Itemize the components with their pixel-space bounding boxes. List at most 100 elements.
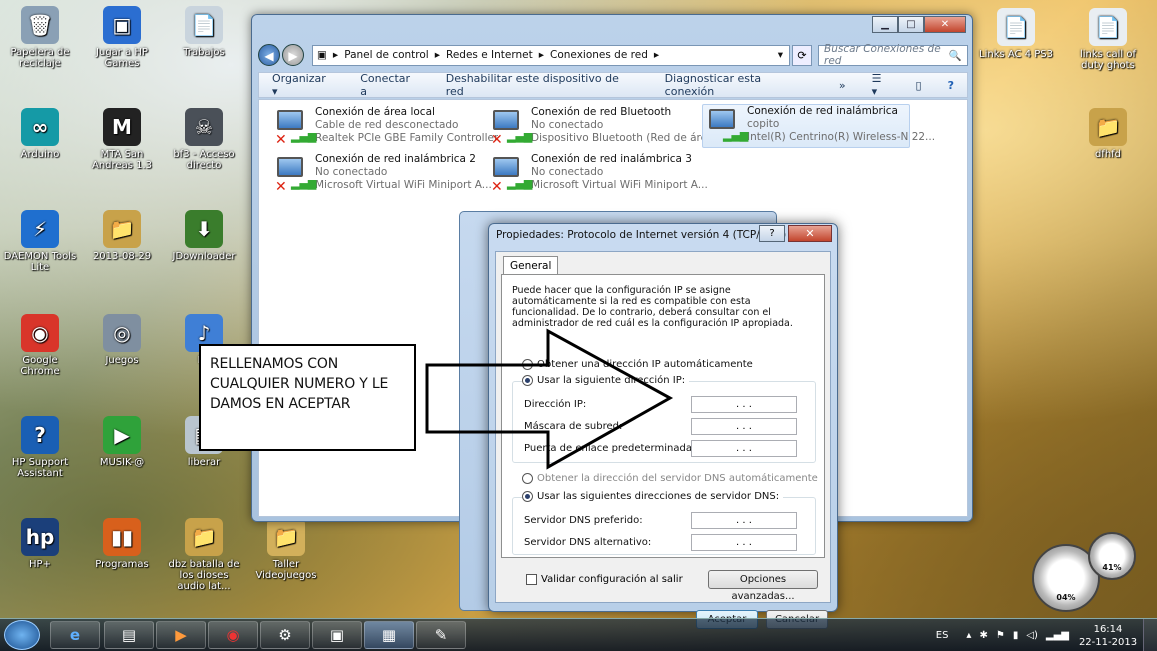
desktop-icon[interactable]: ▶ MUSIK-@ <box>84 416 160 468</box>
connect-to-button[interactable]: Conectar a <box>347 72 432 98</box>
desktop-icon-image: 📄 <box>997 8 1035 46</box>
chrome-taskbar-icon[interactable]: ◉ <box>208 621 258 649</box>
wifi-signal-icon[interactable]: ▂▄▆ <box>1046 630 1069 641</box>
taskbar: e ▤ ▶ ◉ ⚙ ▣ ▦ ✎ ES ▴ ✱ ⚑ ▮ ◁) ▂▄▆ 16:14 … <box>0 618 1157 651</box>
desktop-icon-label: Papelera de reciclaje <box>10 47 70 69</box>
show-desktop-button[interactable] <box>1143 619 1157 651</box>
address-dropdown-icon[interactable]: ▾ <box>778 49 783 61</box>
minimize-button[interactable]: ▁ <box>872 16 898 33</box>
steam-taskbar-icon[interactable]: ⚙ <box>260 621 310 649</box>
desktop-icon[interactable]: 📁 Taller Videojuegos <box>248 518 324 581</box>
view-options-icon[interactable]: ☰ ▾ <box>859 72 903 98</box>
radio-auto-ip[interactable]: Obtener una dirección IP automáticamente <box>522 359 753 370</box>
desktop-icon[interactable]: ☠ bf3 - Acceso directo <box>166 108 242 171</box>
desktop-icon-image: ? <box>21 416 59 454</box>
desktop-icon[interactable]: 📄 links call of duty ghots <box>1070 8 1146 71</box>
desktop-icon[interactable]: ◉ Google Chrome <box>2 314 78 377</box>
radio-manual-dns[interactable]: Usar las siguientes direcciones de servi… <box>522 491 784 502</box>
desktop-icon[interactable]: ▮▮ Programas <box>84 518 160 570</box>
desktop-icon[interactable]: 📄 Links AC 4 PS3 <box>978 8 1054 60</box>
maximize-button[interactable]: □ <box>898 16 924 33</box>
dialog-body: General Puede hacer que la configuración… <box>495 251 831 629</box>
disconnected-icon: ✕ <box>275 179 287 195</box>
network-connection-item[interactable]: ✕ ▂▄▆ Conexión de red inalámbrica 2 No cone… <box>271 153 492 197</box>
memory-gauge-gadget[interactable]: 41% <box>1088 532 1136 580</box>
preferred-dns-field[interactable]: . . . <box>691 512 797 529</box>
media-player-icon[interactable]: ▶ <box>156 621 206 649</box>
desktop-icon[interactable]: M MTA San Andreas 1.3 <box>84 108 160 171</box>
app-taskbar-icon[interactable]: ▣ <box>312 621 362 649</box>
volume-icon[interactable]: ◁) <box>1026 630 1038 641</box>
alternate-dns-field[interactable]: . . . <box>691 534 797 551</box>
subnet-mask-field[interactable]: . . . <box>691 418 797 435</box>
bluetooth-icon[interactable]: ✱ <box>979 630 987 641</box>
annotation-callout: RELLENAMOS CON CUALQUIER NUMERO Y LE DAM… <box>199 344 416 451</box>
help-icon[interactable]: ? <box>935 79 967 92</box>
desktop-icon[interactable]: 📄 Trabajos <box>166 6 242 58</box>
desktop-icon-label: Trabajos <box>183 47 225 58</box>
desktop-icon-image: ◉ <box>21 314 59 352</box>
breadcrumb-0[interactable]: Panel de control <box>344 49 429 61</box>
network-connection-item[interactable]: ✕ ▂▄▆ Conexión de red Bluetooth No conectad… <box>487 106 717 150</box>
desktop-icon-label: dfhfd <box>1094 149 1122 160</box>
search-input[interactable]: Buscar Conexiones de red 🔍 <box>818 43 968 67</box>
power-icon[interactable]: ▮ <box>1013 630 1019 641</box>
start-button[interactable] <box>4 620 40 650</box>
desktop-icon[interactable]: 📁 2013-08-29 <box>84 210 160 262</box>
tray-expand-icon[interactable]: ▴ <box>966 630 971 641</box>
ip-address-label: Dirección IP: <box>524 399 587 410</box>
desktop-icon[interactable]: 📁 dfhfd <box>1070 108 1146 160</box>
desktop-icon[interactable]: ? HP Support Assistant <box>2 416 78 479</box>
connection-name: Conexión de red inalámbrica 3 <box>531 153 692 165</box>
network-connection-item[interactable]: ▂▄▆ Conexión de red inalámbrica copito Inte… <box>702 104 935 148</box>
desktop-icon[interactable]: 🗑 Papelera de reciclaje <box>2 6 78 69</box>
organize-button[interactable]: Organizar ▾ <box>259 72 347 98</box>
preview-pane-icon[interactable]: ▯ <box>903 79 935 92</box>
disconnected-icon: ✕ <box>275 132 287 148</box>
disable-device-button[interactable]: Deshabilitar este dispositivo de red <box>433 72 652 98</box>
desktop-icon-image: 📁 <box>103 210 141 248</box>
language-indicator[interactable]: ES <box>936 630 949 641</box>
tab-general[interactable]: General <box>503 256 559 275</box>
diagnose-button[interactable]: Diagnosticar esta conexión <box>652 72 826 98</box>
forward-button[interactable]: ▶ <box>282 44 304 66</box>
search-icon: 🔍 <box>948 49 962 62</box>
clock[interactable]: 16:14 22-11-2013 <box>1073 623 1143 649</box>
network-taskbar-icon[interactable]: ▦ <box>364 621 414 649</box>
gateway-field[interactable]: . . . <box>691 440 797 457</box>
help-button[interactable]: ? <box>759 225 785 242</box>
address-bar[interactable]: ▣ ▸ Panel de control ▸ Redes e Internet … <box>312 44 790 66</box>
dialog-close-button[interactable]: ✕ <box>788 225 832 242</box>
desktop-icon-label: 2013-08-29 <box>92 251 152 262</box>
close-button[interactable]: ✕ <box>924 16 966 33</box>
flag-icon[interactable]: ⚑ <box>996 630 1005 641</box>
intro-text: Puede hacer que la configuración IP se a… <box>512 285 793 329</box>
network-connection-item[interactable]: ✕ ▂▄▆ Conexión de área local Cable de red d… <box>271 106 498 150</box>
back-button[interactable]: ◀ <box>258 44 280 66</box>
network-connection-item[interactable]: ✕ ▂▄▆ Conexión de red inalámbrica 3 No cone… <box>487 153 708 197</box>
paint-taskbar-icon[interactable]: ✎ <box>416 621 466 649</box>
breadcrumb-2[interactable]: Conexiones de red <box>550 49 648 61</box>
connection-status: No conectado <box>531 119 604 131</box>
desktop-icon-image: 📁 <box>1089 108 1127 146</box>
refresh-button[interactable]: ⟳ <box>792 44 812 66</box>
radio-manual-ip[interactable]: Usar la siguiente dirección IP: <box>522 375 690 386</box>
advanced-options-button[interactable]: Opciones avanzadas... <box>708 570 818 602</box>
radio-auto-dns[interactable]: Obtener la dirección del servidor DNS au… <box>522 473 818 484</box>
desktop-icon[interactable]: ▣ Jugar a HP Games <box>84 6 160 69</box>
network-adapter-icon: ✕ ▂▄▆ <box>487 153 532 197</box>
internet-explorer-icon[interactable]: e <box>50 621 100 649</box>
desktop-icon[interactable]: ⚡ DAEMON Tools Lite <box>2 210 78 273</box>
desktop-icon[interactable]: hp HP+ <box>2 518 78 570</box>
desktop-icon[interactable]: ⬇ JDownloader <box>166 210 242 262</box>
desktop-icon[interactable]: ∞ Arduino <box>2 108 78 160</box>
more-commands-button[interactable]: » <box>826 79 859 92</box>
validate-checkbox[interactable]: Validar configuración al salir <box>526 574 683 585</box>
ip-address-field[interactable]: . . . <box>691 396 797 413</box>
desktop-icon-label: MUSIK-@ <box>99 457 145 468</box>
breadcrumb-1[interactable]: Redes e Internet <box>446 49 533 61</box>
desktop-icon[interactable]: 📁 dbz batalla de los dioses audio lat... <box>166 518 242 592</box>
desktop-icon-image: 📁 <box>267 518 305 556</box>
explorer-folder-icon[interactable]: ▤ <box>104 621 154 649</box>
desktop-icon[interactable]: ◎ Juegos <box>84 314 160 366</box>
